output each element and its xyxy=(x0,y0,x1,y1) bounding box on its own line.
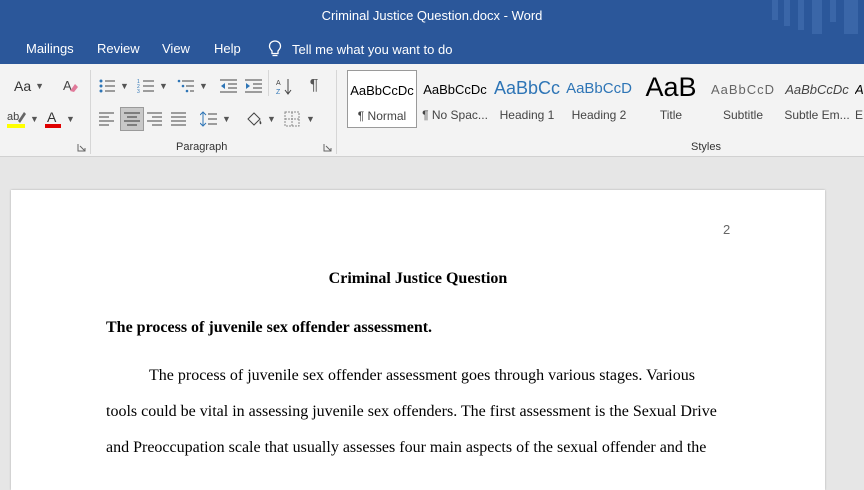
style-name: Title xyxy=(659,108,683,122)
font-color-swatch xyxy=(45,124,61,128)
style-heading-2[interactable]: AaBbCcD Heading 2 xyxy=(563,70,635,128)
lightbulb-icon xyxy=(268,40,282,57)
section-heading: The process of juvenile sex offender ass… xyxy=(106,319,433,336)
change-case-button[interactable]: Aa ▼ xyxy=(14,76,44,96)
decorative-pattern xyxy=(772,0,858,34)
style-preview: A xyxy=(855,82,864,97)
tab-view[interactable]: View xyxy=(162,41,190,56)
style-name: E xyxy=(855,108,864,122)
tab-review[interactable]: Review xyxy=(97,41,140,56)
style-heading-1[interactable]: AaBbCc Heading 1 xyxy=(491,70,563,128)
chevron-down-icon: ▼ xyxy=(306,114,315,124)
chevron-down-icon: ▼ xyxy=(222,114,231,124)
numbering-button[interactable]: 123 ▼ xyxy=(137,76,168,96)
font-color-button[interactable]: A ▼ xyxy=(44,108,75,130)
paragraph-line: and Preoccupation scale that usually ass… xyxy=(106,439,707,456)
highlighter-icon: ab xyxy=(7,111,26,128)
window-title: Criminal Justice Question.docx - Word xyxy=(321,8,543,23)
style-preview: AaBbCcD xyxy=(566,80,632,97)
page-number: 2 xyxy=(723,222,731,237)
style-name: Subtitle xyxy=(722,108,764,122)
line-spacing-button[interactable]: ▼ xyxy=(200,108,231,130)
tell-me-search[interactable]: Tell me what you want to do xyxy=(268,39,452,59)
decrease-indent-icon[interactable] xyxy=(220,76,238,96)
borders-icon xyxy=(284,111,300,127)
clear-formatting-icon[interactable]: A xyxy=(60,76,80,96)
style-name: Heading 1 xyxy=(499,108,555,122)
style-preview: AaBbCcDc xyxy=(785,82,849,97)
style-emphasis-partial[interactable]: A E xyxy=(855,70,864,128)
align-left-icon[interactable] xyxy=(98,108,116,130)
paragraph-line: The process of juvenile sex offender ass… xyxy=(149,367,695,384)
font-case-label: Aa xyxy=(14,78,32,94)
justify-icon[interactable] xyxy=(170,108,188,130)
highlight-color-button[interactable]: ab ▼ xyxy=(6,108,39,130)
sort-icon[interactable]: AZ xyxy=(276,76,294,96)
group-separator xyxy=(336,70,337,154)
chevron-down-icon: ▼ xyxy=(35,81,45,91)
show-formatting-marks-icon[interactable]: ¶ xyxy=(306,76,322,96)
chevron-down-icon: ▼ xyxy=(120,81,129,91)
svg-text:A: A xyxy=(276,80,281,87)
ribbon: Aa ▼ A ab ▼ A ▼ ▼ 123 ▼ ▼ A Z ¶ ▼ ▼ ▼ Pa… xyxy=(0,64,864,157)
align-center-icon[interactable] xyxy=(120,107,144,131)
style-name: ¶ Normal xyxy=(357,109,407,123)
svg-text:A: A xyxy=(47,109,57,125)
multilevel-list-button[interactable]: ▼ xyxy=(177,76,208,96)
font-dialog-launcher-icon[interactable] xyxy=(76,142,86,152)
svg-text:ab: ab xyxy=(7,111,19,123)
paint-bucket-icon xyxy=(247,112,262,126)
style-name: Subtle Em... xyxy=(784,108,850,122)
chevron-down-icon: ▼ xyxy=(199,81,208,91)
borders-button[interactable]: ▼ xyxy=(284,108,315,130)
group-separator xyxy=(90,70,91,154)
chevron-down-icon: ▼ xyxy=(267,114,276,124)
title-bar: Criminal Justice Question.docx - Word xyxy=(0,0,864,34)
style-title[interactable]: AaB Title xyxy=(635,70,707,128)
highlight-swatch xyxy=(7,124,25,128)
mini-separator xyxy=(268,70,269,96)
tell-me-label: Tell me what you want to do xyxy=(292,41,453,57)
paragraph-line: tools could be vital in assessing juveni… xyxy=(106,403,717,420)
paragraph-dialog-launcher-icon[interactable] xyxy=(322,142,332,152)
style-subtitle[interactable]: AaBbCcD Subtitle xyxy=(707,70,779,128)
chevron-down-icon: ▼ xyxy=(30,114,39,124)
style-name: ¶ No Spac... xyxy=(422,108,488,122)
style-preview: AaBbCcD xyxy=(710,82,776,97)
document-title: Criminal Justice Question xyxy=(328,270,508,287)
style-preview: AaB xyxy=(645,72,697,102)
style-preview: AaBbCcDc xyxy=(350,83,414,98)
chevron-down-icon: ▼ xyxy=(66,114,75,124)
styles-gallery: AaBbCcDc ¶ Normal AaBbCcDc ¶ No Spac... … xyxy=(345,70,864,128)
style-subtle-emphasis[interactable]: AaBbCcDc Subtle Em... xyxy=(779,70,855,128)
bullets-button[interactable]: ▼ xyxy=(98,76,129,96)
chevron-down-icon: ▼ xyxy=(159,81,168,91)
font-color-icon: A xyxy=(45,109,61,128)
style-preview: AaBbCc xyxy=(493,78,561,98)
tab-mailings[interactable]: Mailings xyxy=(26,41,74,56)
increase-indent-icon[interactable] xyxy=(245,76,263,96)
paragraph-group-label: Paragraph xyxy=(176,141,228,153)
styles-group-label: Styles xyxy=(691,141,721,153)
style-preview: AaBbCcDc xyxy=(423,82,487,97)
multilevel-list-icon xyxy=(177,79,194,93)
numbering-icon: 123 xyxy=(137,79,154,94)
style-no-spacing[interactable]: AaBbCcDc ¶ No Spac... xyxy=(419,70,491,128)
style-normal[interactable]: AaBbCcDc ¶ Normal xyxy=(347,70,417,128)
bullets-icon xyxy=(99,79,115,93)
style-name: Heading 2 xyxy=(571,108,627,122)
shading-button[interactable]: ▼ xyxy=(245,108,276,130)
document-page[interactable]: 2 Criminal Justice Question The process … xyxy=(11,190,825,490)
align-right-icon[interactable] xyxy=(146,108,164,130)
svg-text:Z: Z xyxy=(276,89,281,95)
tab-help[interactable]: Help xyxy=(214,41,241,56)
ribbon-tabs: Mailings Review View Help Tell me what y… xyxy=(0,34,864,64)
line-spacing-icon xyxy=(200,111,217,127)
svg-text:3: 3 xyxy=(137,89,140,94)
